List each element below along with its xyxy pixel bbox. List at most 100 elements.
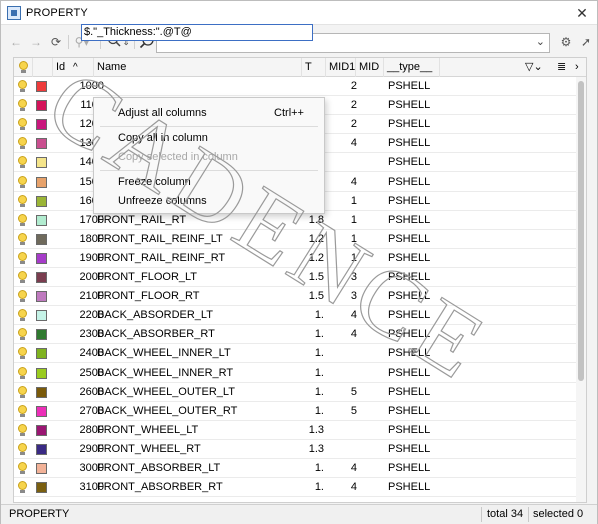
table-row[interactable]: 1900 FRONT_RAIL_REINF_RT 1.2 1 PSHELL (14, 249, 586, 268)
color-swatch[interactable] (36, 310, 47, 322)
cell-thickness[interactable]: 1. (304, 344, 324, 363)
color-swatch[interactable] (36, 233, 47, 245)
refresh-button[interactable]: ⟳ (47, 33, 65, 51)
back-button[interactable]: ← (7, 33, 25, 51)
color-swatch[interactable] (36, 272, 47, 283)
cell-thickness[interactable]: 1. (304, 306, 324, 325)
cell-mid1[interactable]: 1 (327, 192, 357, 211)
cell-thickness[interactable]: 1.5 (304, 268, 324, 287)
cell-thickness[interactable]: 1.5 (304, 287, 324, 306)
color-swatch[interactable] (36, 157, 47, 169)
cell-mid1[interactable]: 2 (327, 77, 357, 96)
cell-mid1[interactable]: 1 (327, 211, 357, 230)
cell-name[interactable]: FRONT_RAIL_REINF_RT (97, 249, 302, 268)
column-options-button[interactable]: ≣ (554, 58, 574, 77)
cell-type[interactable]: PSHELL (388, 287, 448, 306)
bulb-icon[interactable] (18, 404, 27, 417)
color-swatch[interactable] (36, 367, 47, 379)
table-row[interactable]: 2500 BACK_WHEEL_INNER_RT 1. PSHELL (14, 364, 586, 383)
bulb-icon[interactable] (18, 80, 27, 92)
cell-type[interactable]: PSHELL (388, 268, 448, 287)
bulb-icon[interactable] (18, 481, 27, 494)
cell-type[interactable]: PSHELL (388, 192, 448, 211)
column-mid-header[interactable]: MID (356, 58, 384, 77)
cell-type[interactable]: PSHELL (388, 211, 448, 230)
column-mid1-header[interactable]: MID1 (326, 58, 356, 77)
bulb-icon[interactable] (18, 442, 27, 455)
cell-thickness[interactable]: 1. (304, 325, 324, 344)
column-color-header[interactable] (33, 58, 53, 77)
cell-type[interactable]: PSHELL (388, 478, 448, 497)
cell-mid1[interactable]: 5 (327, 383, 357, 402)
column-id-header[interactable]: Id ^ (53, 58, 94, 77)
cell-editor[interactable]: $."_Thickness:".@T@ (81, 24, 313, 41)
cell-name[interactable]: FRONT_FLOOR_RT (97, 287, 302, 306)
cell-mid1[interactable]: 5 (327, 402, 357, 421)
color-swatch[interactable] (36, 424, 47, 436)
cell-name[interactable]: FRONT_FLOOR_LT (97, 268, 302, 287)
cell-thickness[interactable]: 1.3 (304, 440, 324, 459)
table-row[interactable]: 2900 FRONT_WHEEL_RT 1.3 PSHELL (14, 440, 586, 459)
cell-type[interactable]: PSHELL (388, 230, 448, 249)
table-row[interactable]: 3000 FRONT_ABSORBER_LT 1. 4 PSHELL (14, 459, 586, 478)
cell-mid1[interactable]: 4 (327, 325, 357, 344)
pointer-button[interactable]: ➚ (577, 33, 595, 51)
color-swatch[interactable] (36, 329, 47, 341)
cell-mid1[interactable]: 3 (327, 268, 357, 287)
table-row[interactable]: 2800 FRONT_WHEEL_LT 1.3 PSHELL (14, 421, 586, 440)
cell-type[interactable]: PSHELL (388, 421, 448, 440)
color-swatch[interactable] (36, 386, 47, 398)
bulb-icon[interactable] (18, 366, 27, 379)
cell-mid1[interactable]: 2 (327, 96, 357, 115)
cell-type[interactable]: PSHELL (388, 402, 448, 421)
color-swatch[interactable] (36, 195, 47, 207)
bulb-icon[interactable] (18, 118, 27, 131)
cell-name[interactable] (97, 77, 302, 96)
bulb-icon[interactable] (18, 309, 27, 322)
scrollbar-thumb[interactable] (578, 81, 584, 381)
cell-name[interactable]: BACK_ABSORBER_RT (97, 325, 302, 344)
bulb-icon[interactable] (18, 462, 27, 474)
table-row[interactable]: 1000 2 PSHELL (14, 77, 586, 96)
cell-mid1[interactable] (327, 440, 357, 459)
bulb-icon[interactable] (18, 156, 27, 169)
bulb-icon[interactable] (18, 385, 27, 398)
vertical-scrollbar[interactable] (576, 77, 586, 502)
cell-thickness[interactable]: 1.2 (304, 249, 324, 268)
table-row[interactable]: 2600 BACK_WHEEL_OUTER_LT 1. 5 PSHELL (14, 383, 586, 402)
color-swatch[interactable] (36, 119, 47, 131)
color-swatch[interactable] (36, 463, 47, 474)
color-swatch[interactable] (36, 443, 47, 455)
cell-type[interactable]: PSHELL (388, 115, 448, 134)
color-swatch[interactable] (36, 252, 47, 264)
cell-type[interactable]: PSHELL (388, 153, 448, 172)
color-swatch[interactable] (36, 405, 47, 417)
close-button[interactable]: ✕ (573, 4, 591, 22)
cell-mid1[interactable]: 4 (327, 478, 357, 497)
menu-item-unfreeze-columns[interactable]: Unfreeze columns (118, 192, 318, 210)
cell-type[interactable]: PSHELL (388, 459, 448, 478)
cell-type[interactable]: PSHELL (388, 77, 448, 96)
cell-name[interactable]: FRONT_ABSORBER_LT (97, 459, 302, 478)
menu-item-copy-all-in-column[interactable]: Copy all in column (118, 129, 318, 147)
color-swatch[interactable] (36, 482, 47, 494)
bulb-icon[interactable] (18, 271, 27, 283)
table-row[interactable]: 2700 BACK_WHEEL_OUTER_RT 1. 5 PSHELL (14, 402, 586, 421)
cell-type[interactable]: PSHELL (388, 364, 448, 383)
table-row[interactable]: 2100 FRONT_FLOOR_RT 1.5 3 PSHELL (14, 287, 586, 307)
filter-button[interactable]: ▽⌄ (522, 58, 542, 77)
table-row[interactable]: 2400 BACK_WHEEL_INNER_LT 1. PSHELL (14, 344, 586, 364)
table-row[interactable]: 3100 FRONT_ABSORBER_RT 1. 4 PSHELL (14, 478, 586, 498)
column-t-header[interactable]: T (302, 58, 326, 77)
cell-name[interactable]: FRONT_RAIL_REINF_LT (97, 230, 302, 249)
cell-thickness[interactable]: 1. (304, 478, 324, 497)
cell-mid1[interactable]: 1 (327, 249, 357, 268)
column-visible-header[interactable] (14, 58, 33, 77)
bulb-icon[interactable] (18, 423, 27, 436)
table-row[interactable]: 1800 FRONT_RAIL_REINF_LT 1.2 1 PSHELL (14, 230, 586, 249)
cell-thickness[interactable]: 1. (304, 402, 324, 421)
cell-mid1[interactable]: 2 (327, 115, 357, 134)
cell-type[interactable]: PSHELL (388, 173, 448, 192)
color-swatch[interactable] (36, 214, 47, 226)
cell-mid1[interactable] (327, 421, 357, 440)
